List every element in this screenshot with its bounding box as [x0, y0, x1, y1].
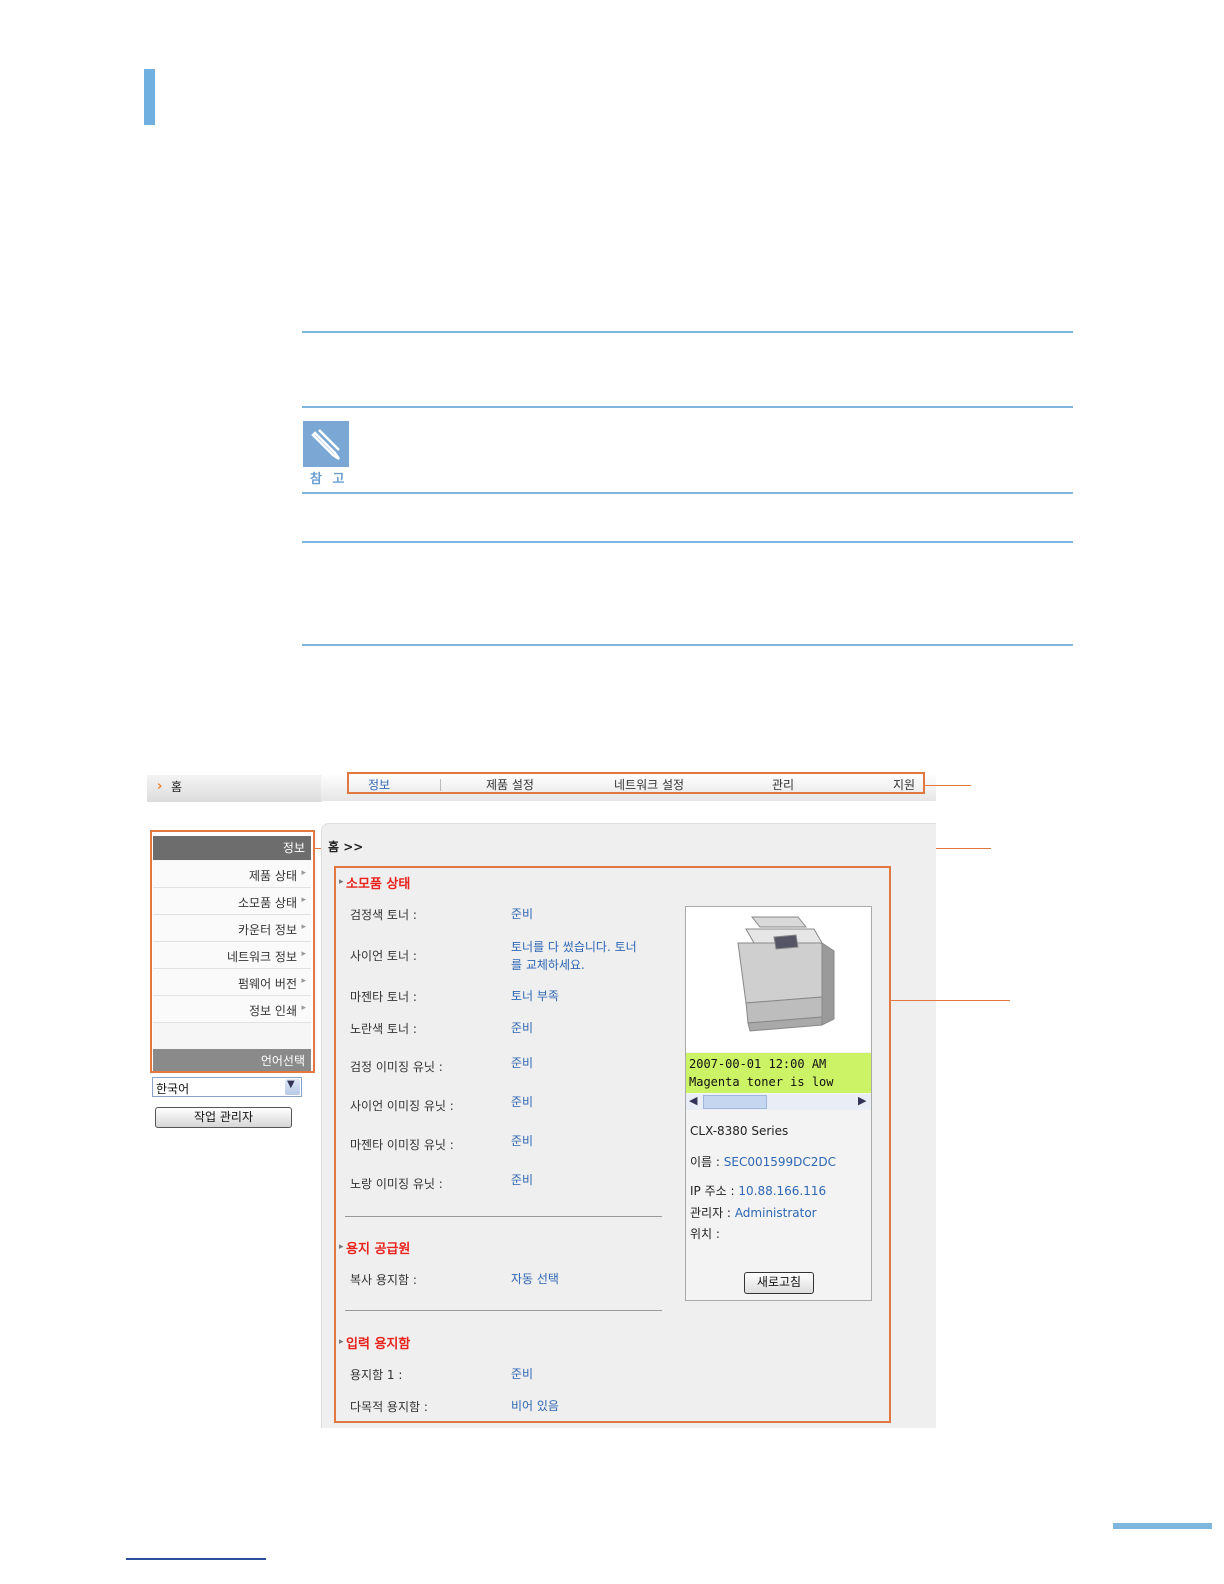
divider — [302, 406, 1073, 408]
device-name: 이름 : SEC001599DC2DC — [690, 1153, 836, 1170]
row-label: 검정색 토너 : — [350, 908, 417, 922]
ip-label: IP 주소 : — [690, 1184, 735, 1198]
ip-value: 10.88.166.116 — [738, 1184, 827, 1198]
row-value: 자동 선택 — [511, 1272, 559, 1286]
divider — [302, 331, 1073, 333]
administrator: 관리자 : Administrator — [690, 1204, 817, 1221]
section-separator — [345, 1216, 662, 1217]
bullet-icon: ▸ — [339, 877, 344, 887]
printer-image — [686, 907, 871, 1052]
row-value: 준비 — [511, 1095, 534, 1109]
row-value: 토너를 다 썼습니다. 토너 — [511, 940, 637, 954]
bullet-icon: ▸ — [339, 1337, 344, 1347]
row-value: 비어 있음 — [511, 1399, 559, 1413]
row-value: 준비 — [511, 907, 534, 921]
row-value: 준비 — [511, 1367, 534, 1381]
footer-bar — [1113, 1523, 1212, 1529]
row-label: 마젠타 토너 : — [350, 990, 417, 1004]
paper-source-section-title: 용지 공급원 — [346, 1242, 411, 1257]
row-value: 준비 — [511, 1173, 534, 1187]
home-link[interactable]: 홈 — [171, 778, 182, 795]
supplies-section-title: 소모품 상태 — [346, 877, 411, 892]
row-value: 토너 부족 — [511, 989, 559, 1003]
tab-callout-box — [347, 772, 925, 794]
row-label: 사이언 이미징 유닛 : — [350, 1099, 454, 1113]
row-value: 준비 — [511, 1056, 534, 1070]
left-nav-callout-box — [150, 830, 315, 1073]
input-tray-section-title: 입력 용지함 — [346, 1337, 411, 1352]
row-value: 준비 — [511, 1021, 534, 1035]
row-label: 복사 용지함 : — [350, 1273, 417, 1287]
divider — [302, 541, 1073, 543]
scrollbar-thumb[interactable] — [703, 1095, 767, 1109]
footer-rule — [126, 1558, 266, 1560]
row-value: 준비 — [511, 1134, 534, 1148]
breadcrumb: 홈 >> — [328, 840, 364, 854]
callout-line — [925, 785, 971, 786]
row-label: 노랑 이미징 유닛 : — [350, 1177, 443, 1191]
row-label: 검정 이미징 유닛 : — [350, 1060, 443, 1074]
refresh-button-label: 새로고침 — [756, 1275, 802, 1289]
row-label: 용지함 1 : — [350, 1368, 403, 1382]
model-name: CLX-8380 Series — [690, 1124, 789, 1138]
lcd-line-2: Magenta toner is low — [689, 1075, 834, 1089]
chevron-right-icon: › — [157, 779, 163, 794]
admin-label: 관리자 : — [690, 1206, 731, 1220]
row-value-cont: 를 교체하세요. — [511, 958, 585, 972]
section-separator — [345, 1310, 662, 1311]
row-label: 노란색 토너 : — [350, 1022, 417, 1036]
divider — [302, 492, 1073, 494]
row-label: 마젠타 이미징 유닛 : — [350, 1138, 454, 1152]
row-label: 다목적 용지함 : — [350, 1400, 428, 1414]
device-name-value: SEC001599DC2DC — [723, 1155, 837, 1169]
callout-line — [891, 1000, 1010, 1001]
bullet-icon: ▸ — [339, 1242, 344, 1252]
scroll-left-icon[interactable]: ◀ — [689, 1094, 697, 1107]
language-select-value: 한국어 — [156, 1082, 190, 1096]
location-label: 위치 : — [690, 1227, 720, 1241]
scroll-right-icon[interactable]: ▶ — [858, 1094, 866, 1107]
device-name-label: 이름 : — [690, 1155, 720, 1169]
divider — [302, 644, 1073, 646]
job-manager-button-label: 작업 관리자 — [193, 1110, 253, 1124]
lcd-line-1: 2007-00-01 12:00 AM — [689, 1057, 827, 1071]
chevron-down-icon: ▼ — [287, 1079, 295, 1090]
admin-value: Administrator — [734, 1206, 817, 1220]
note-pencil-icon — [303, 421, 349, 467]
ip-address: IP 주소 : 10.88.166.116 — [690, 1182, 826, 1199]
chapter-marker — [144, 69, 155, 125]
row-label: 사이언 토너 : — [350, 949, 417, 963]
note-label: 참 고 — [310, 472, 348, 487]
